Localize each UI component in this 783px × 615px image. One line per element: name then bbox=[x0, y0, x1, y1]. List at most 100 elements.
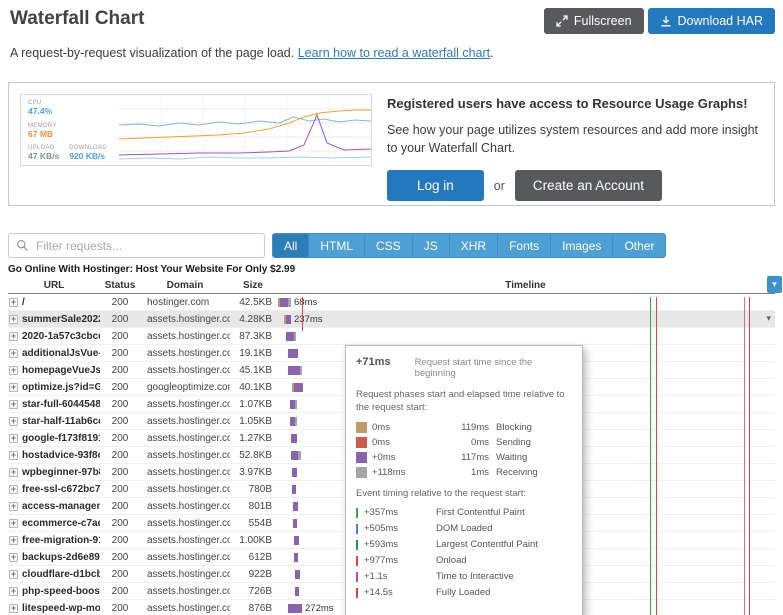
table-row[interactable]: +2020-1a57c3cbcd.c...200assets.hostinger… bbox=[8, 328, 775, 345]
timeline-cell[interactable]: 68ms bbox=[276, 294, 775, 310]
request-phase-bar bbox=[288, 604, 302, 613]
request-phase-bar bbox=[288, 366, 302, 375]
promo-content: Registered users have access to Resource… bbox=[387, 94, 763, 194]
resource-usage-preview: CPU 47.4% MEMORY 67 MB UPLOAD 47 KB/s DO… bbox=[20, 94, 372, 166]
url-cell: +backups-2d6e895c... bbox=[8, 552, 100, 563]
search-wrap bbox=[8, 233, 265, 258]
event-color-tick bbox=[356, 508, 358, 518]
size-cell: 801B bbox=[230, 501, 276, 512]
resource-usage-sparkline bbox=[119, 95, 371, 165]
expand-row-icon[interactable]: + bbox=[9, 604, 18, 613]
promo-box: CPU 47.4% MEMORY 67 MB UPLOAD 47 KB/s DO… bbox=[8, 82, 775, 206]
expand-row-icon[interactable]: + bbox=[9, 349, 18, 358]
filter-tab-js[interactable]: JS bbox=[413, 233, 450, 258]
expand-row-icon[interactable]: + bbox=[9, 315, 18, 324]
expand-row-icon[interactable]: + bbox=[9, 417, 18, 426]
filter-tab-html[interactable]: HTML bbox=[309, 233, 365, 258]
event-color-tick bbox=[356, 556, 358, 566]
timeline-cell[interactable] bbox=[276, 328, 775, 344]
filter-tab-other[interactable]: Other bbox=[613, 233, 666, 258]
expand-row-icon[interactable]: + bbox=[9, 519, 18, 528]
expand-row-icon[interactable]: + bbox=[9, 485, 18, 494]
request-phase-bar bbox=[278, 298, 291, 307]
column-status[interactable]: Status bbox=[100, 280, 140, 291]
search-icon bbox=[16, 239, 29, 252]
expand-row-icon[interactable]: + bbox=[9, 400, 18, 409]
domain-cell: assets.hostinger.com bbox=[140, 552, 230, 563]
url-cell: +star-full-6044548a0... bbox=[8, 399, 100, 410]
tooltip-phase-row: 0ms119msBlocking bbox=[356, 422, 572, 433]
request-phase-bar bbox=[295, 570, 300, 579]
domain-cell: assets.hostinger.com bbox=[140, 399, 230, 410]
event-color-tick bbox=[356, 572, 358, 582]
filter-tab-css[interactable]: CSS bbox=[365, 233, 413, 258]
status-cell: 200 bbox=[100, 501, 140, 512]
size-cell: 45.1KB bbox=[230, 365, 276, 376]
domain-cell: assets.hostinger.com bbox=[140, 501, 230, 512]
expand-row-icon[interactable]: + bbox=[9, 536, 18, 545]
filter-tab-images[interactable]: Images bbox=[551, 233, 613, 258]
status-cell: 200 bbox=[100, 484, 140, 495]
size-cell: 876B bbox=[230, 603, 276, 614]
url-cell: +access-manageme... bbox=[8, 501, 100, 512]
expand-row-icon[interactable]: + bbox=[9, 434, 18, 443]
request-time-label: 272ms bbox=[305, 603, 334, 614]
request-phase-bar bbox=[288, 349, 298, 358]
request-phase-bar bbox=[294, 553, 298, 562]
column-timeline[interactable]: Timeline bbox=[276, 280, 775, 291]
expand-row-icon[interactable]: + bbox=[9, 366, 18, 375]
waterfall-help-link[interactable]: Learn how to read a waterfall chart bbox=[298, 46, 490, 60]
tooltip-event-row: +357msFirst Contentful Paint bbox=[356, 507, 572, 518]
domain-cell: assets.hostinger.com bbox=[140, 416, 230, 427]
size-cell: 3.97KB bbox=[230, 467, 276, 478]
filter-requests-input[interactable] bbox=[8, 233, 265, 258]
promo-body: See how your page utilizes system resour… bbox=[387, 121, 763, 157]
filter-tab-all[interactable]: All bbox=[272, 233, 309, 258]
size-cell: 42.5KB bbox=[230, 297, 276, 308]
expand-row-icon[interactable]: + bbox=[9, 383, 18, 392]
tooltip-event-row: +593msLargest Contentful Paint bbox=[356, 539, 572, 550]
url-cell: +summerSale2022-4... bbox=[8, 314, 100, 325]
request-phase-bar bbox=[291, 451, 301, 460]
request-phase-bar bbox=[294, 536, 299, 545]
filter-tab-xhr[interactable]: XHR bbox=[450, 233, 498, 258]
timeline-options-button[interactable]: ▾ bbox=[767, 276, 782, 293]
expand-row-icon[interactable]: + bbox=[9, 332, 18, 341]
url-cell: +free-ssl-c672bc7cf... bbox=[8, 484, 100, 495]
url-cell: +/ bbox=[8, 297, 100, 308]
fullscreen-icon bbox=[556, 15, 568, 27]
download-har-button[interactable]: Download HAR bbox=[648, 8, 775, 34]
status-cell: 200 bbox=[100, 450, 140, 461]
status-cell: 200 bbox=[100, 416, 140, 427]
phase-color-swatch bbox=[356, 437, 367, 448]
table-row[interactable]: +summerSale2022-4...200assets.hostinger.… bbox=[8, 311, 775, 328]
fullscreen-button[interactable]: Fullscreen bbox=[544, 8, 644, 34]
tooltip-phase-row: +118ms1msReceiving bbox=[356, 467, 572, 478]
waterfall-page: Waterfall Chart Fullscreen Download HAR … bbox=[0, 0, 783, 615]
expand-row-icon[interactable]: + bbox=[9, 553, 18, 562]
expand-row-icon[interactable]: + bbox=[9, 502, 18, 511]
size-cell: 19.1KB bbox=[230, 348, 276, 359]
login-button[interactable]: Log in bbox=[387, 170, 484, 201]
column-domain[interactable]: Domain bbox=[140, 280, 230, 291]
timeline-cell[interactable]: 237ms▾ bbox=[276, 311, 775, 327]
table-row[interactable]: +/200hostinger.com42.5KB68ms bbox=[8, 294, 775, 311]
cpu-stat: CPU 47.4% bbox=[28, 100, 119, 116]
column-url[interactable]: URL bbox=[8, 280, 100, 291]
expand-row-icon[interactable]: + bbox=[9, 451, 18, 460]
url-cell: +ecommerce-c7ada... bbox=[8, 518, 100, 529]
create-account-button[interactable]: Create an Account bbox=[515, 170, 662, 201]
url-cell: +php-speed-boost-f... bbox=[8, 586, 100, 597]
domain-cell: assets.hostinger.com bbox=[140, 586, 230, 597]
timeline-tooltip: +71ms Request start time since the begin… bbox=[345, 345, 583, 615]
tooltip-events: +357msFirst Contentful Paint+505msDOM Lo… bbox=[356, 507, 572, 598]
filter-tab-fonts[interactable]: Fonts bbox=[498, 233, 551, 258]
expand-row-icon[interactable]: + bbox=[9, 468, 18, 477]
expand-row-icon[interactable]: + bbox=[9, 298, 18, 307]
expand-row-icon[interactable]: + bbox=[9, 587, 18, 596]
column-size[interactable]: Size bbox=[230, 280, 276, 291]
hostinger-ad-line: Go Online With Hostinger: Host Your Webs… bbox=[8, 264, 775, 275]
promo-heading: Registered users have access to Resource… bbox=[387, 96, 763, 111]
row-caret-icon[interactable]: ▾ bbox=[766, 313, 771, 324]
expand-row-icon[interactable]: + bbox=[9, 570, 18, 579]
